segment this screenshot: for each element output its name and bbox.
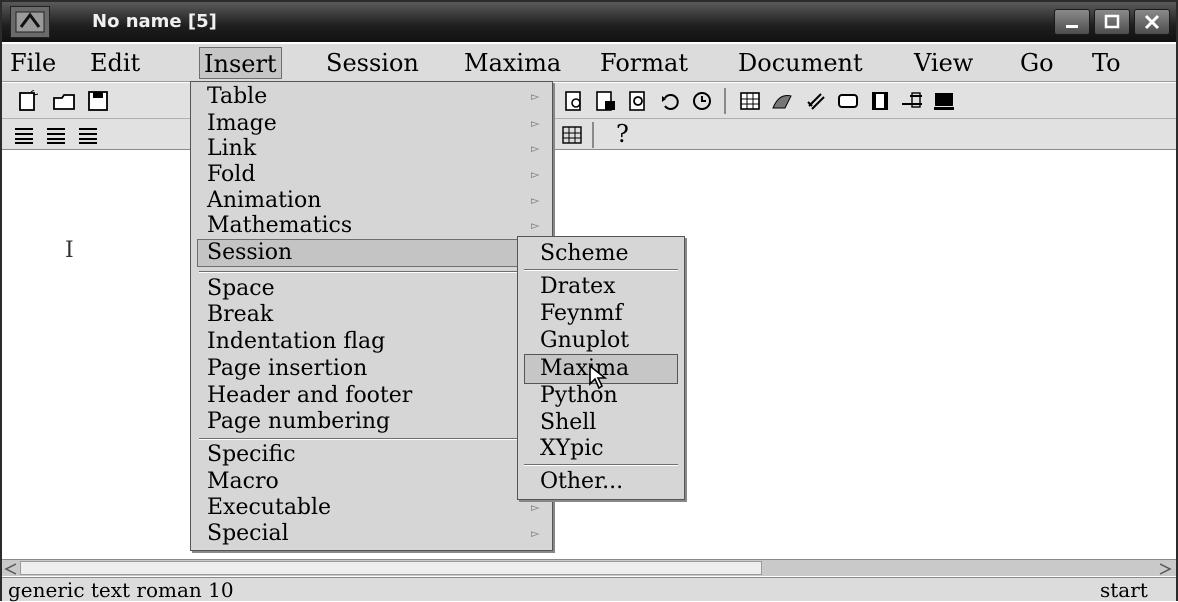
status-font-info: generic text roman 10	[8, 578, 234, 602]
menu-insert[interactable]: Insert	[199, 47, 282, 79]
grid-icon[interactable]	[558, 122, 586, 148]
menu-separator	[199, 271, 543, 273]
status-bar: generic text roman 10 start	[2, 577, 1176, 602]
window-title: No name [5]	[92, 11, 217, 32]
menu-document[interactable]: Document	[734, 47, 867, 79]
menu-maxima[interactable]: Maxima	[460, 47, 565, 79]
menu-edit[interactable]: Edit	[86, 47, 144, 79]
print-preview-icon[interactable]	[560, 88, 588, 114]
minimize-button[interactable]	[1054, 9, 1090, 35]
menu-format[interactable]: Format	[596, 47, 692, 79]
title-bar[interactable]: No name [5]	[2, 2, 1176, 42]
toolbar-separator	[592, 122, 594, 148]
horizontal-scrollbar[interactable]	[2, 559, 1176, 576]
menu-session[interactable]: Session	[322, 47, 423, 79]
app-window: No name [5] File Edit Insert Session Max…	[0, 0, 1178, 602]
align-right-icon[interactable]	[74, 122, 102, 148]
format-toolbar: ?	[2, 119, 1176, 150]
session-feynmf-item[interactable]: Feynmf	[540, 299, 623, 329]
session-icon[interactable]	[898, 88, 926, 114]
undo-icon[interactable]	[656, 88, 684, 114]
insert-table-item[interactable]: Table	[207, 82, 267, 112]
menu-bar: File Edit Insert Session Maxima Format D…	[2, 44, 1176, 82]
animation-icon[interactable]	[866, 88, 894, 114]
align-center-icon[interactable]	[42, 122, 70, 148]
insert-page-numbering-item[interactable]: Page numbering	[207, 407, 390, 437]
text-cursor: I	[65, 238, 74, 263]
insert-special-item[interactable]: Special	[207, 519, 289, 549]
save-icon[interactable]	[84, 88, 112, 114]
open-folder-icon[interactable]	[50, 88, 78, 114]
insert-mathematics-item[interactable]: Mathematics	[207, 211, 352, 241]
menu-separator	[524, 269, 678, 271]
submenu-arrow-icon: ▻	[531, 90, 540, 103]
mouse-pointer-icon	[588, 364, 612, 394]
menu-view[interactable]: View	[910, 47, 977, 79]
help-button[interactable]: ?	[616, 119, 629, 149]
menu-file[interactable]: File	[6, 47, 60, 79]
insert-break-item[interactable]: Break	[207, 300, 273, 330]
table-icon[interactable]	[736, 88, 764, 114]
link-icon[interactable]	[802, 88, 830, 114]
submenu-arrow-icon: ▻	[531, 527, 540, 540]
session-other-item[interactable]: Other...	[540, 467, 623, 497]
session-xypic-item[interactable]: XYpic	[540, 434, 604, 464]
app-logo-icon	[10, 6, 50, 38]
status-mode: start	[1100, 578, 1148, 602]
redo-icon[interactable]	[688, 88, 716, 114]
session-maxima-item[interactable]: Maxima	[540, 354, 629, 384]
scrollbar-thumb[interactable]	[20, 561, 762, 575]
image-icon[interactable]	[768, 88, 796, 114]
find-replace-icon[interactable]	[592, 88, 620, 114]
monitor-icon[interactable]	[930, 88, 958, 114]
session-dratex-item[interactable]: Dratex	[540, 272, 616, 302]
menu-tools[interactable]: To	[1088, 47, 1125, 79]
insert-page-insertion-item[interactable]: Page insertion	[207, 354, 367, 384]
insert-dropdown-menu: Table ▻ Image ▻ Link ▻ Fold ▻ Animation …	[190, 81, 553, 551]
search-icon[interactable]	[624, 88, 652, 114]
insert-specific-item[interactable]: Specific	[207, 440, 296, 470]
insert-indentation-flag-item[interactable]: Indentation flag	[207, 327, 385, 357]
maximize-button[interactable]	[1094, 9, 1130, 35]
main-toolbar	[2, 83, 1176, 119]
fold-icon[interactable]	[834, 88, 862, 114]
toolbar-separator	[724, 88, 726, 114]
menu-separator	[524, 464, 678, 466]
new-document-icon[interactable]	[14, 88, 42, 114]
menu-go[interactable]: Go	[1016, 47, 1058, 79]
insert-session-item[interactable]: Session	[207, 238, 292, 268]
close-button[interactable]	[1134, 9, 1170, 35]
align-left-icon[interactable]	[10, 122, 38, 148]
session-scheme-item[interactable]: Scheme	[540, 239, 628, 269]
session-gnuplot-item[interactable]: Gnuplot	[540, 326, 629, 356]
